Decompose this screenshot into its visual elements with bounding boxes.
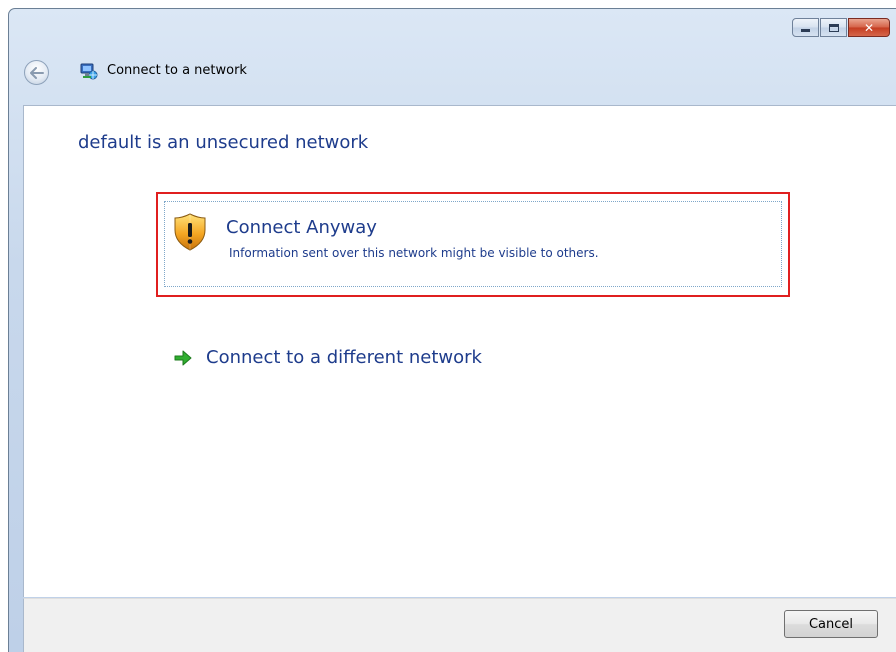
footer-bar: Cancel: [23, 598, 896, 652]
minimize-button[interactable]: [792, 18, 819, 37]
network-icon: [80, 63, 98, 80]
shield-warning-icon: [174, 213, 206, 251]
window-title: Connect to a network: [107, 63, 247, 78]
green-arrow-icon: [174, 350, 192, 365]
option-description: Information sent over this network might…: [229, 246, 599, 260]
minimize-icon: [801, 29, 810, 32]
navigation-bar: Connect to a network: [9, 49, 896, 95]
close-button[interactable]: ✕: [848, 18, 890, 37]
back-arrow-icon: [29, 66, 44, 79]
maximize-button[interactable]: [820, 18, 847, 37]
option-highlight-frame: Connect Anyway Information sent over thi…: [156, 192, 790, 297]
caption-buttons: ✕: [792, 18, 890, 37]
maximize-icon: [828, 23, 839, 32]
content-area: default is an unsecured network Connect …: [23, 105, 896, 597]
option-title: Connect Anyway: [226, 217, 377, 238]
cancel-button[interactable]: Cancel: [784, 610, 878, 638]
connect-anyway-option[interactable]: Connect Anyway Information sent over thi…: [164, 201, 782, 287]
connect-different-network-link[interactable]: Connect to a different network: [174, 347, 482, 368]
different-network-label: Connect to a different network: [206, 347, 482, 368]
back-button[interactable]: [24, 60, 49, 85]
close-icon: ✕: [863, 20, 875, 35]
wizard-window: ✕ Connect to a network default is an uns…: [8, 8, 896, 652]
page-heading: default is an unsecured network: [78, 132, 369, 153]
